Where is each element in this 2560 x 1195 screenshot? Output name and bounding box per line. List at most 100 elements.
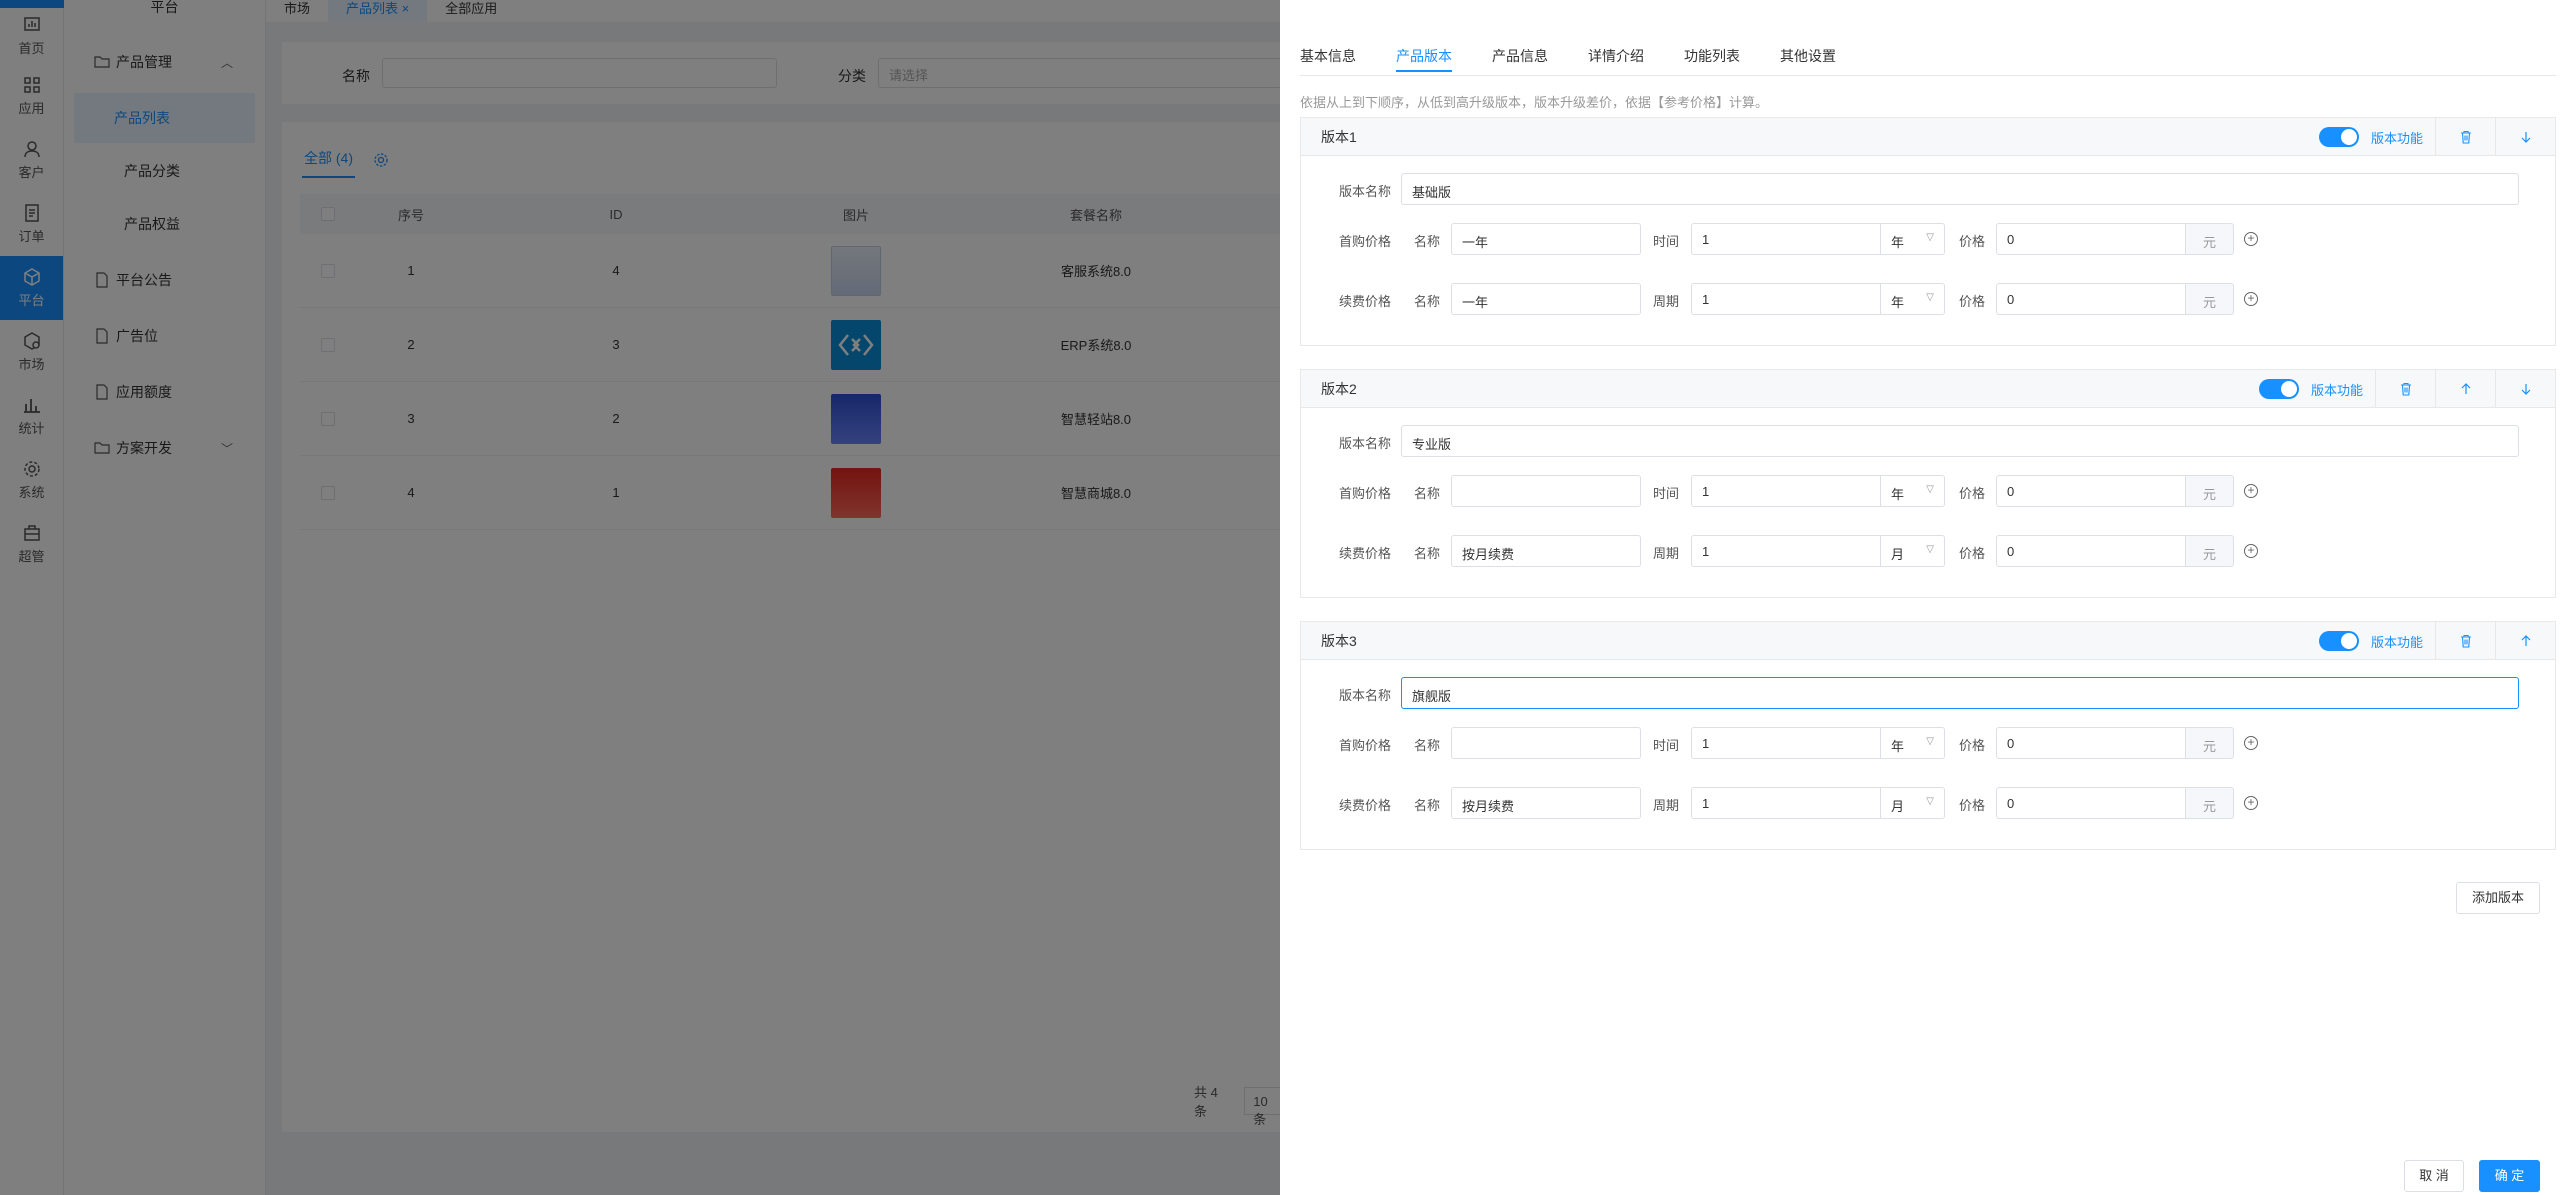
add-price-icon[interactable]: + [2244,484,2258,498]
unit-value: 年 [1891,235,1905,250]
first-price-time-input[interactable]: 1 [1691,475,1881,507]
move-down-button[interactable] [2495,370,2555,408]
renew-price-row: 续费价格 名称 按月续费 周期 1 月 ▽ 价格 0 元 + [1301,787,2557,819]
first-price-name-input[interactable] [1451,727,1641,759]
add-price-icon[interactable]: + [2244,796,2258,810]
renew-price-name-input[interactable]: 按月续费 [1451,535,1641,567]
version-func-toggle[interactable] [2318,631,2359,651]
renew-price-row: 续费价格 名称 按月续费 周期 1 月 ▽ 价格 0 元 + [1301,535,2557,567]
first-price-time-input[interactable]: 1 [1691,727,1881,759]
renew-price-name-input[interactable]: 一年 [1451,283,1641,315]
renew-price-label: 续费价格 [1339,294,1392,309]
version-func-label[interactable]: 版本功能 [2371,632,2423,651]
version-title: 版本1 [1321,128,1357,145]
tab-basic-info[interactable]: 基本信息 [1300,40,1356,72]
version-card: 版本2 版本功能 版本名称 专业版 首购价格 名称 时间 1 年 ▽ 价格 0 元… [1300,369,2556,598]
version-title: 版本3 [1321,632,1357,649]
renew-price-name-input[interactable]: 按月续费 [1451,787,1641,819]
period-label: 周期 [1653,546,1680,561]
version-name-input[interactable]: 基础版 [1401,173,2519,205]
version-func-toggle[interactable] [2318,127,2359,147]
yuan-suffix: 元 [2186,535,2234,567]
version-name-row: 版本名称 基础版 [1301,173,2557,205]
tab-product-version[interactable]: 产品版本 [1396,40,1452,72]
first-price-unit-select[interactable]: 年 ▽ [1881,727,1945,759]
renew-price-input[interactable]: 0 [1996,283,2186,315]
arrow-down-icon [2521,132,2530,143]
renew-unit-select[interactable]: 年 ▽ [1881,283,1945,315]
tab-product-info[interactable]: 产品信息 [1492,40,1548,72]
version-card-header: 版本3 版本功能 [1301,622,2555,660]
version-name-label: 版本名称 [1339,436,1392,451]
move-up-button[interactable] [2495,622,2555,660]
tab-detail-intro[interactable]: 详情介绍 [1588,40,1644,72]
version-func-label[interactable]: 版本功能 [2371,128,2423,147]
version-name-input[interactable]: 旗舰版 [1401,677,2519,709]
renew-unit-select[interactable]: 月 ▽ [1881,535,1945,567]
first-price-label: 首购价格 [1339,486,1392,501]
period-label: 周期 [1653,294,1680,309]
move-up-button[interactable] [2435,370,2495,408]
price-label: 价格 [1959,546,1986,561]
version-card: 版本3 版本功能 版本名称 旗舰版 首购价格 名称 时间 1 年 ▽ 价格 0 元… [1300,621,2556,850]
name-label: 名称 [1414,486,1441,501]
first-price-input[interactable]: 0 [1996,475,2186,507]
renew-period-input[interactable]: 1 [1691,283,1881,315]
price-label: 价格 [1959,294,1986,309]
delete-version-button[interactable] [2435,118,2495,156]
version-card-header: 版本1 版本功能 [1301,118,2555,156]
first-price-name-input[interactable] [1451,475,1641,507]
add-price-icon[interactable]: + [2244,736,2258,750]
renew-price-row: 续费价格 名称 一年 周期 1 年 ▽ 价格 0 元 + [1301,283,2557,315]
unit-value: 月 [1891,547,1905,562]
version-name-label: 版本名称 [1339,184,1392,199]
first-price-input[interactable]: 0 [1996,727,2186,759]
arrow-up-icon [2521,635,2530,646]
renew-period-input[interactable]: 1 [1691,535,1881,567]
tab-feature-list[interactable]: 功能列表 [1684,40,1740,72]
first-price-label: 首购价格 [1339,234,1392,249]
name-label: 名称 [1414,798,1441,813]
version-tools: 版本功能 [2318,118,2555,156]
arrow-up-icon [2461,383,2470,394]
first-price-row: 首购价格 名称 时间 1 年 ▽ 价格 0 元 + [1301,727,2557,759]
delete-version-button[interactable] [2375,370,2435,408]
time-label: 时间 [1653,738,1680,753]
first-price-unit-select[interactable]: 年 ▽ [1881,223,1945,255]
version-func-toggle[interactable] [2258,379,2299,399]
yuan-suffix: 元 [2186,787,2234,819]
first-price-unit-select[interactable]: 年 ▽ [1881,475,1945,507]
period-label: 周期 [1653,798,1680,813]
name-label: 名称 [1414,294,1441,309]
delete-version-button[interactable] [2435,622,2495,660]
time-label: 时间 [1653,234,1680,249]
renew-unit-select[interactable]: 月 ▽ [1881,787,1945,819]
product-edit-drawer: 基本信息 产品版本 产品信息 详情介绍 功能列表 其他设置 依据从上到下顺序，从… [1280,0,2560,1195]
add-price-icon[interactable]: + [2244,292,2258,306]
unit-value: 月 [1891,799,1905,814]
first-price-input[interactable]: 0 [1996,223,2186,255]
add-version-button[interactable]: 添加版本 [2456,882,2540,914]
price-label: 价格 [1959,234,1986,249]
version-title: 版本2 [1321,380,1357,397]
renew-price-input[interactable]: 0 [1996,535,2186,567]
add-price-icon[interactable]: + [2244,544,2258,558]
trash-icon [2460,634,2471,648]
version-name-input[interactable]: 专业版 [1401,425,2519,457]
chevron-down-icon: ▽ [1926,484,1934,495]
add-price-icon[interactable]: + [2244,232,2258,246]
unit-value: 年 [1891,739,1905,754]
move-down-button[interactable] [2495,118,2555,156]
confirm-button[interactable]: 确 定 [2479,1160,2540,1192]
version-card: 版本1 版本功能 版本名称 基础版 首购价格 名称 一年 时间 1 年 ▽ 价格 … [1300,117,2556,346]
renew-price-input[interactable]: 0 [1996,787,2186,819]
first-price-row: 首购价格 名称 一年 时间 1 年 ▽ 价格 0 元 + [1301,223,2557,255]
cancel-button[interactable]: 取 消 [2404,1160,2464,1192]
renew-price-label: 续费价格 [1339,546,1392,561]
first-price-time-input[interactable]: 1 [1691,223,1881,255]
first-price-label: 首购价格 [1339,738,1392,753]
tab-other-settings[interactable]: 其他设置 [1780,40,1836,72]
version-func-label[interactable]: 版本功能 [2311,380,2363,399]
first-price-name-input[interactable]: 一年 [1451,223,1641,255]
renew-period-input[interactable]: 1 [1691,787,1881,819]
